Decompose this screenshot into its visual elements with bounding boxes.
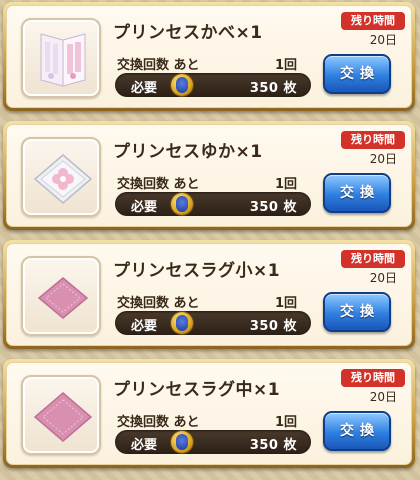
cost-label: 必要 <box>131 81 158 96</box>
medal-icon <box>171 74 193 96</box>
cost-label: 必要 <box>131 319 158 334</box>
cost-value: 350 枚 <box>249 319 297 334</box>
exchange-item-card: プリンセスラグ小×1 残り時間 20日 交換回数 あと 1回 必要 350 枚 … <box>3 240 415 349</box>
exchange-item-card: プリンセスラグ中×1 残り時間 20日 交換回数 あと 1回 必要 350 枚 … <box>3 359 415 468</box>
cost-bar: 必要 350 枚 <box>115 430 311 454</box>
exchange-count-label: 交換回数 あと <box>117 296 200 311</box>
wall-icon <box>40 33 86 87</box>
time-limit-badge: 残り時間 <box>341 369 405 387</box>
cost-bar: 必要 350 枚 <box>115 73 311 97</box>
exchange-button[interactable]: 交換 <box>323 173 391 213</box>
item-thumbnail <box>21 375 101 455</box>
item-thumbnail <box>21 137 101 217</box>
exchange-button[interactable]: 交換 <box>323 411 391 451</box>
exchange-item-panel: プリンセスゆか×1 残り時間 20日 交換回数 あと 1回 必要 350 枚 交… <box>6 124 412 227</box>
cost-bar: 必要 350 枚 <box>115 192 311 216</box>
exchange-count-value: 1回 <box>275 177 298 192</box>
cost-label: 必要 <box>131 200 158 215</box>
item-title: プリンセスラグ小×1 <box>113 261 281 281</box>
medal-icon <box>171 312 193 334</box>
item-title: プリンセスかべ×1 <box>113 23 263 43</box>
exchange-count-label: 交換回数 あと <box>117 58 200 73</box>
cost-value: 350 枚 <box>249 438 297 453</box>
item-thumbnail <box>21 256 101 336</box>
time-limit-badge: 残り時間 <box>341 131 405 149</box>
rug-small-icon <box>37 277 89 319</box>
exchange-item-panel: プリンセスかべ×1 残り時間 20日 交換回数 あと 1回 必要 350 枚 交… <box>6 5 412 108</box>
cost-value: 350 枚 <box>249 200 297 215</box>
time-limit-value: 20日 <box>369 390 397 404</box>
rug-medium-icon <box>33 392 93 442</box>
time-limit-badge: 残り時間 <box>341 250 405 268</box>
item-title: プリンセスゆか×1 <box>113 142 263 162</box>
item-title: プリンセスラグ中×1 <box>113 380 281 400</box>
cost-value: 350 枚 <box>249 81 297 96</box>
exchange-item-card: プリンセスかべ×1 残り時間 20日 交換回数 あと 1回 必要 350 枚 交… <box>3 2 415 111</box>
item-thumbnail <box>21 18 101 98</box>
time-limit-value: 20日 <box>369 271 397 285</box>
exchange-count-value: 1回 <box>275 415 298 430</box>
exchange-count-label: 交換回数 あと <box>117 177 200 192</box>
time-limit-value: 20日 <box>369 152 397 166</box>
time-limit-value: 20日 <box>369 33 397 47</box>
medal-icon <box>171 431 193 453</box>
exchange-button[interactable]: 交換 <box>323 292 391 332</box>
exchange-count-label: 交換回数 あと <box>117 415 200 430</box>
exchange-button[interactable]: 交換 <box>323 54 391 94</box>
exchange-count-value: 1回 <box>275 58 298 73</box>
exchange-item-panel: プリンセスラグ中×1 残り時間 20日 交換回数 あと 1回 必要 350 枚 … <box>6 362 412 465</box>
time-limit-badge: 残り時間 <box>341 12 405 30</box>
cost-label: 必要 <box>131 438 158 453</box>
exchange-item-panel: プリンセスラグ小×1 残り時間 20日 交換回数 あと 1回 必要 350 枚 … <box>6 243 412 346</box>
exchange-item-card: プリンセスゆか×1 残り時間 20日 交換回数 あと 1回 必要 350 枚 交… <box>3 121 415 230</box>
medal-icon <box>171 193 193 215</box>
cost-bar: 必要 350 枚 <box>115 311 311 335</box>
floor-icon <box>33 154 93 204</box>
exchange-count-value: 1回 <box>275 296 298 311</box>
